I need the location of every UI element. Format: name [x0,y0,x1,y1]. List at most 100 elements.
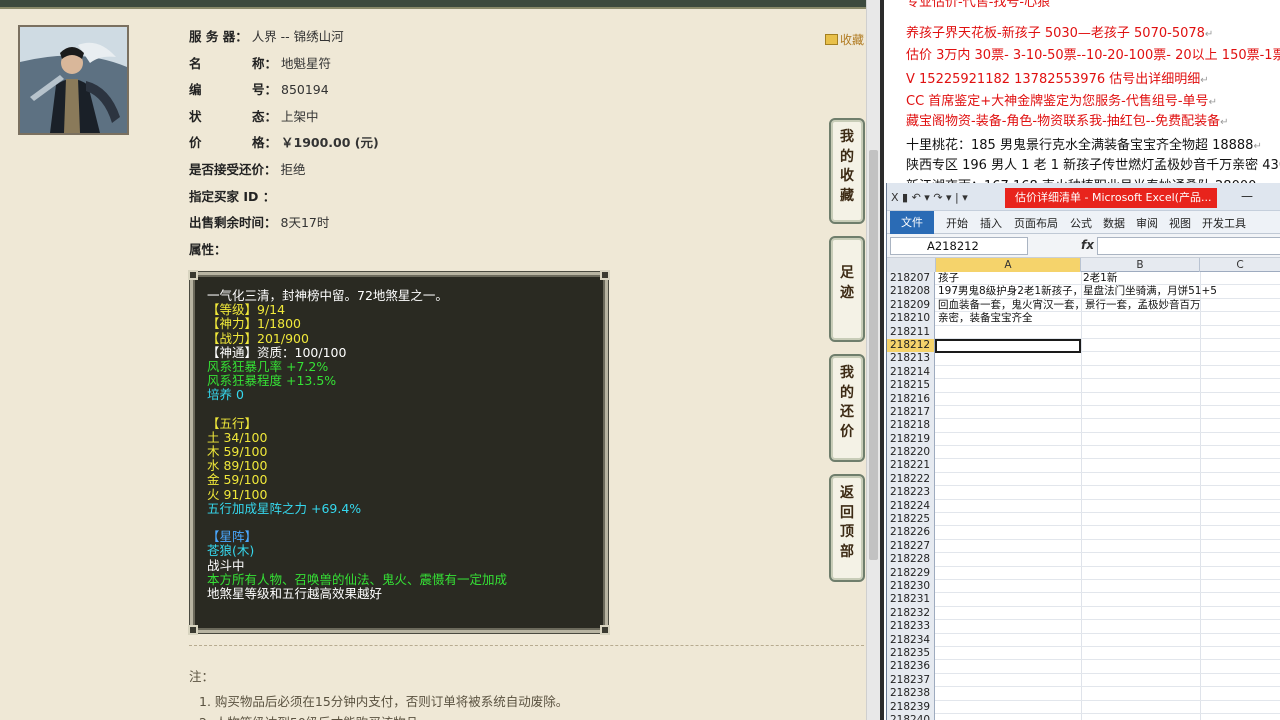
table-row[interactable]: 218227 [887,539,1280,554]
tab-review[interactable]: 审阅 [1136,215,1158,231]
table-row[interactable]: 218218 [887,419,1280,433]
row-number[interactable]: 218226 [887,526,935,540]
add-favorite-link[interactable]: 收藏 [825,31,864,48]
back-to-top-button[interactable]: 返回顶部 [829,474,865,582]
tab-view[interactable]: 视图 [1169,215,1191,231]
row-number[interactable]: 218207 [887,272,935,286]
tab-home[interactable]: 开始 [946,215,968,231]
row-number[interactable]: 218215 [887,379,935,393]
cell-a[interactable]: 亲密，装备宝宝齐全 [938,312,1033,325]
table-row[interactable]: 218239 [887,700,1280,714]
table-row[interactable]: 218240 [887,713,1280,720]
row-number[interactable]: 218240 [887,713,935,720]
row-number[interactable]: 218236 [887,660,935,674]
tab-insert[interactable]: 插入 [980,215,1002,231]
table-row[interactable]: 218223 [887,486,1280,500]
row-number[interactable]: 218216 [887,392,935,406]
row-number[interactable]: 218229 [887,566,935,580]
tab-developer[interactable]: 开发工具 [1202,215,1246,231]
table-row[interactable]: 218230 [887,579,1280,594]
table-row[interactable]: 218236 [887,660,1280,674]
table-row[interactable]: 218215 [887,379,1280,393]
table-row[interactable]: 218224 [887,499,1280,514]
select-all-corner[interactable] [887,258,936,272]
table-row[interactable]: 218237 [887,673,1280,688]
table-row[interactable]: 218228 [887,553,1280,567]
spreadsheet-grid[interactable]: A B C 218207 孩子 2老1新 218208 197男鬼8级护身2老1新孩子，… [887,258,1280,720]
row-number[interactable]: 218232 [887,606,935,621]
table-row[interactable]: 218219 [887,432,1280,447]
cell-a[interactable]: 孩子 [938,272,959,285]
table-row[interactable]: 218221 [887,459,1280,473]
column-header-a[interactable]: A [936,258,1081,272]
minimize-button[interactable]: — [1241,189,1253,203]
scroll-thumb[interactable] [869,150,878,560]
table-row[interactable]: 218232 [887,606,1280,621]
page-scrollbar[interactable] [866,0,880,720]
row-number[interactable]: 218210 [887,312,935,326]
row-number[interactable]: 218235 [887,646,935,661]
table-row[interactable]: 218222 [887,472,1280,487]
table-row[interactable]: 218207 孩子 2老1新 [887,272,1280,286]
row-number[interactable]: 218220 [887,446,935,460]
table-row[interactable]: 218229 [887,566,1280,580]
table-row[interactable]: 218238 [887,687,1280,701]
table-row[interactable]: 218226 [887,526,1280,540]
row-number[interactable]: 218225 [887,513,935,527]
row-number[interactable]: 218237 [887,673,935,688]
row-number[interactable]: 218239 [887,700,935,714]
table-row[interactable]: 218208 197男鬼8级护身2老1新孩子，星盘法门坐骑满，月饼51+5 [887,285,1280,299]
table-row[interactable]: 218217 [887,405,1280,420]
my-offers-button[interactable]: 我的还价 [829,354,865,462]
table-row[interactable]: 218209 回血装备一套，鬼火宵汉一套，景行一套，孟极妙音百万 [887,298,1280,313]
cell-a[interactable]: 197男鬼8级护身2老1新孩子，星盘法门坐骑满，月饼51+5 [938,285,1217,298]
active-cell-highlight[interactable] [935,338,1081,353]
quick-access-toolbar[interactable]: X ▮ ↶ ▾ ↷ ▾ | ▾ [891,191,968,204]
row-number[interactable]: 218221 [887,459,935,473]
row-number[interactable]: 218208 [887,285,935,299]
column-header-c[interactable]: C [1200,258,1280,272]
table-row[interactable]: 218211 [887,325,1280,339]
tab-page-layout[interactable]: 页面布局 [1014,215,1058,231]
table-row[interactable]: 218225 [887,513,1280,527]
table-row[interactable]: 218220 [887,446,1280,460]
row-number[interactable]: 218234 [887,633,935,647]
cell-b[interactable]: 2老1新 [1083,272,1117,285]
table-row[interactable]: 218210 亲密，装备宝宝齐全 [887,312,1280,326]
row-number[interactable]: 218212 [887,338,935,353]
table-row[interactable]: 218233 [887,620,1280,634]
row-number[interactable]: 218231 [887,593,935,607]
function-icon[interactable]: fx [1081,238,1094,252]
row-number[interactable]: 218233 [887,620,935,634]
table-row[interactable]: 218212 [887,338,1280,353]
footprint-button[interactable]: 足迹 [829,236,865,342]
row-number[interactable]: 218217 [887,405,935,420]
table-row[interactable]: 218214 [887,365,1280,380]
table-row[interactable]: 218213 [887,352,1280,366]
table-row[interactable]: 218231 [887,593,1280,607]
row-number[interactable]: 218209 [887,298,935,313]
my-favorites-button[interactable]: 我的收藏 [829,118,865,224]
table-row[interactable]: 218216 [887,392,1280,406]
tab-formulas[interactable]: 公式 [1070,215,1092,231]
row-number[interactable]: 218211 [887,325,935,339]
column-header-b[interactable]: B [1081,258,1200,272]
name-box[interactable]: A218212 [890,237,1028,255]
row-number[interactable]: 218219 [887,432,935,447]
formula-input[interactable] [1097,237,1280,255]
cell-a[interactable]: 回血装备一套，鬼火宵汉一套，景行一套，孟极妙音百万 [938,299,1201,312]
row-number[interactable]: 218227 [887,539,935,554]
row-number[interactable]: 218218 [887,419,935,433]
row-number[interactable]: 218228 [887,553,935,567]
row-number[interactable]: 218222 [887,472,935,487]
row-number[interactable]: 218224 [887,499,935,514]
tab-data[interactable]: 数据 [1103,215,1125,231]
row-number[interactable]: 218213 [887,352,935,366]
row-number[interactable]: 218223 [887,486,935,500]
table-row[interactable]: 218235 [887,646,1280,661]
row-number[interactable]: 218214 [887,365,935,380]
tab-file[interactable]: 文件 [890,211,934,234]
table-row[interactable]: 218234 [887,633,1280,647]
row-number[interactable]: 218230 [887,579,935,594]
row-number[interactable]: 218238 [887,687,935,701]
